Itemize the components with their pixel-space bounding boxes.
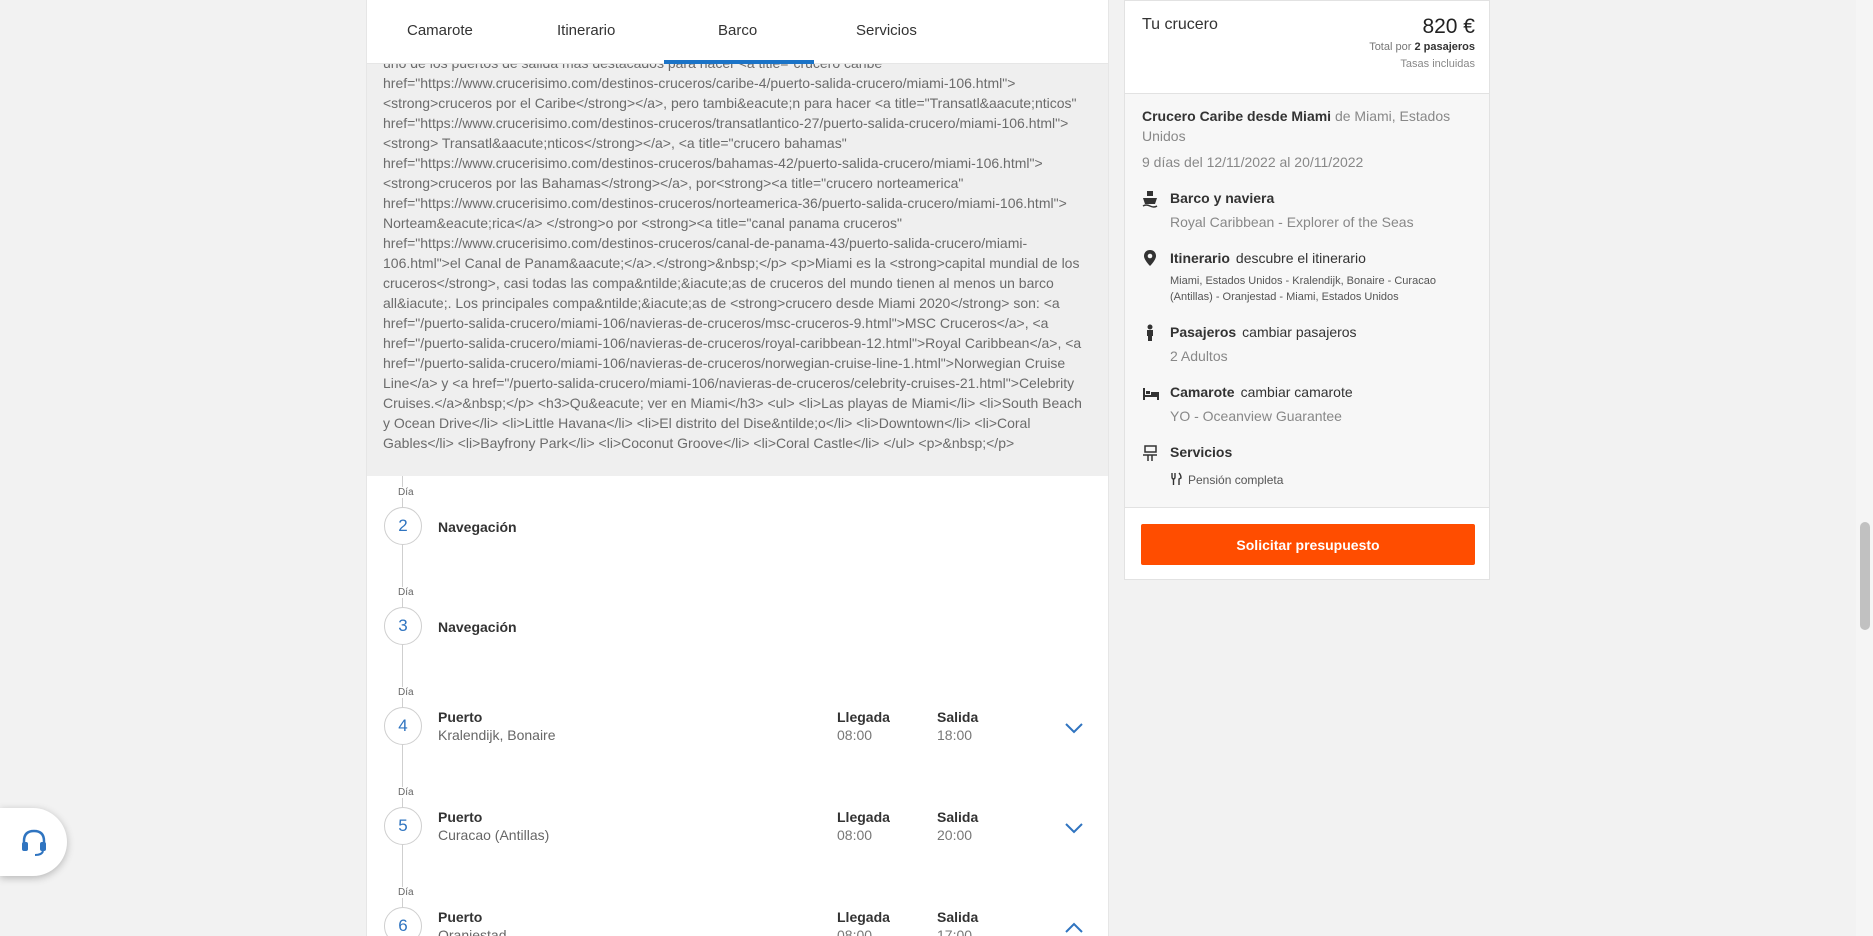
trip-name: Crucero Caribe desde Miami xyxy=(1142,108,1332,124)
departure-time: 18:00 xyxy=(937,727,973,743)
timeline-line xyxy=(402,476,403,936)
scrollbar-thumb[interactable] xyxy=(1860,522,1870,630)
main-column: uno de los puertos de salida más destaca… xyxy=(366,0,1109,936)
person-icon xyxy=(1147,324,1153,341)
total-price: 820 € xyxy=(1422,15,1475,38)
tab-camarote[interactable]: Camarote xyxy=(407,22,473,39)
arrival-label: Llegada xyxy=(837,709,890,725)
port-name: Oranjestad xyxy=(438,927,507,936)
arrival-label: Llegada xyxy=(837,909,890,925)
tab-servicios[interactable]: Servicios xyxy=(856,22,917,39)
support-chat-button[interactable] xyxy=(0,808,67,876)
discover-itinerary-link[interactable]: descubre el itinerario xyxy=(1236,250,1366,266)
departure-label: Salida xyxy=(937,809,979,825)
active-tab-indicator xyxy=(664,60,814,64)
change-passengers-link[interactable]: cambiar pasajeros xyxy=(1242,324,1356,340)
departure-time: 20:00 xyxy=(937,827,973,843)
divider xyxy=(1125,507,1489,508)
chevron-up-icon[interactable] xyxy=(1064,921,1084,935)
fork-knife-icon xyxy=(1171,472,1182,485)
day-number: 6 xyxy=(384,907,422,936)
ship-label: Barco y naviera xyxy=(1170,190,1275,206)
day-label: Día xyxy=(396,487,416,498)
service-tray-icon xyxy=(1143,445,1157,461)
chevron-down-icon[interactable] xyxy=(1064,821,1084,835)
arrival-time: 08:00 xyxy=(837,927,873,936)
change-cabin-link[interactable]: cambiar camarote xyxy=(1241,384,1353,400)
services-value: Pensión completa xyxy=(1188,473,1284,487)
day-type: Puerto xyxy=(438,709,483,725)
bed-icon xyxy=(1143,388,1159,400)
tab-barco[interactable]: Barco xyxy=(718,22,757,39)
departure-label: Salida xyxy=(937,709,979,725)
day-number: 5 xyxy=(384,807,422,845)
departure-label: Salida xyxy=(937,909,979,925)
day-label: Día xyxy=(396,687,416,698)
arrival-time: 08:00 xyxy=(837,827,873,843)
map-pin-icon xyxy=(1144,250,1156,266)
total-passengers: Total por 2 pasajeros xyxy=(1369,41,1475,53)
ship-description: uno de los puertos de salida más destaca… xyxy=(367,50,1108,476)
arrival-time: 08:00 xyxy=(837,727,873,743)
itinerary-header: Itinerario descubre el itinerario xyxy=(1170,250,1366,266)
passengers-header: Pasajeros cambiar pasajeros xyxy=(1170,324,1357,340)
itinerary-label: Itinerario xyxy=(1170,250,1230,266)
headset-icon xyxy=(21,829,46,856)
itinerary-value: Miami, Estados Unidos - Kralendijk, Bona… xyxy=(1170,275,1436,303)
day-type: Puerto xyxy=(438,809,483,825)
summary-title: Tu crucero xyxy=(1142,16,1218,33)
port-name: Curacao (Antillas) xyxy=(438,827,550,843)
cabin-value: YO - Oceanview Guarantee xyxy=(1170,408,1342,424)
cabin-label: Camarote xyxy=(1170,384,1235,400)
day-label: Día xyxy=(396,887,416,898)
chevron-down-icon[interactable] xyxy=(1064,721,1084,735)
trip-title: Crucero Caribe desde Miami de Miami, Est… xyxy=(1142,106,1482,146)
passengers-value: 2 Adultos xyxy=(1170,348,1228,364)
cruise-summary-card: Tu crucero 820 € Total por 2 pasajeros T… xyxy=(1124,0,1490,580)
taxes-note: Tasas incluidas xyxy=(1400,58,1475,70)
total-prefix: Total por xyxy=(1369,41,1412,53)
request-quote-button[interactable]: Solicitar presupuesto xyxy=(1141,524,1475,565)
tab-itinerario[interactable]: Itinerario xyxy=(557,22,615,39)
day-number: 4 xyxy=(384,707,422,745)
trip-dates: 9 días del 12/11/2022 al 20/11/2022 xyxy=(1142,154,1364,170)
arrival-label: Llegada xyxy=(837,809,890,825)
day-label: Día xyxy=(396,787,416,798)
departure-time: 17:00 xyxy=(937,927,973,936)
description-text: uno de los puertos de salida más destaca… xyxy=(383,55,1082,451)
ship-value: Royal Caribbean - Explorer of the Seas xyxy=(1170,214,1414,230)
port-name: Kralendijk, Bonaire xyxy=(438,727,556,743)
passengers-label: Pasajeros xyxy=(1170,324,1237,340)
day-type: Navegación xyxy=(438,519,517,535)
ship-icon xyxy=(1142,191,1158,208)
day-number: 3 xyxy=(384,607,422,645)
day-type: Puerto xyxy=(438,909,483,925)
day-label: Día xyxy=(396,587,416,598)
passenger-count: 2 pasajeros xyxy=(1414,41,1475,53)
section-tabs: Camarote Itinerario Barco Servicios xyxy=(367,0,1108,64)
cabin-header: Camarote cambiar camarote xyxy=(1170,384,1353,400)
page-scrollbar[interactable] xyxy=(1856,0,1873,936)
day-number: 2 xyxy=(384,507,422,545)
day-type: Navegación xyxy=(438,619,517,635)
services-label: Servicios xyxy=(1170,444,1233,460)
